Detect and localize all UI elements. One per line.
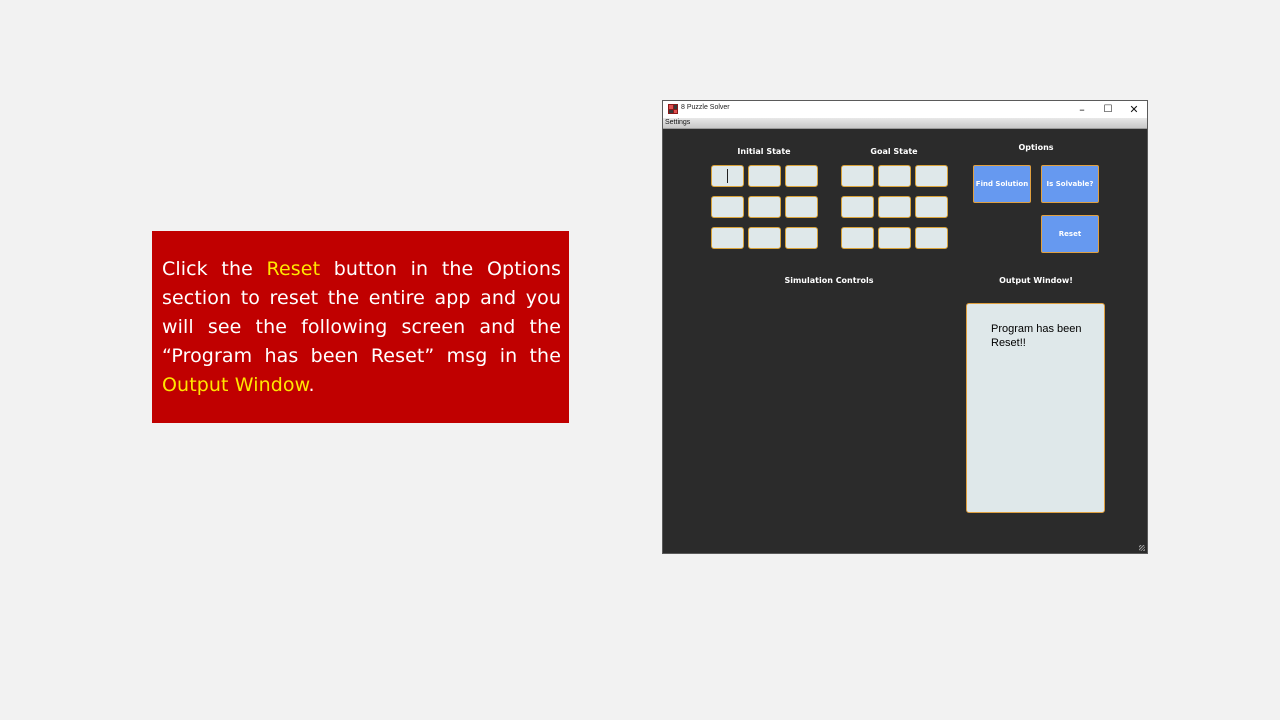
options-label: Options — [1018, 143, 1054, 152]
goal-cell[interactable] — [915, 165, 948, 187]
is-solvable-button[interactable]: Is Solvable? — [1041, 165, 1099, 203]
initial-cell[interactable] — [785, 165, 818, 187]
resize-grip-icon[interactable] — [1139, 545, 1145, 551]
instruction-text-part: Click the — [162, 258, 267, 280]
instruction-highlight-reset: Reset — [266, 258, 321, 280]
initial-cell[interactable] — [785, 227, 818, 249]
initial-cell[interactable] — [748, 165, 781, 187]
initial-state-label: Initial State — [737, 147, 791, 156]
goal-cell[interactable] — [878, 165, 911, 187]
output-window-label: Output Window! — [999, 276, 1073, 285]
initial-cell[interactable] — [711, 227, 744, 249]
app-icon — [668, 104, 678, 114]
initial-cell[interactable] — [711, 196, 744, 218]
goal-cell[interactable] — [878, 227, 911, 249]
initial-cell[interactable] — [748, 196, 781, 218]
instruction-text: Click the Reset button in the Options se… — [162, 255, 561, 400]
instruction-text-part: . — [308, 374, 315, 396]
reset-button[interactable]: Reset — [1041, 215, 1099, 253]
goal-cell[interactable] — [841, 227, 874, 249]
initial-cell[interactable] — [748, 227, 781, 249]
goal-cell[interactable] — [915, 227, 948, 249]
output-message: Program has been Reset!! — [991, 323, 1082, 349]
goal-cell[interactable] — [841, 196, 874, 218]
maximize-button[interactable]: ☐ — [1095, 101, 1121, 118]
close-button[interactable]: ✕ — [1121, 101, 1147, 118]
window-title: 8 Puzzle Solver — [681, 104, 730, 111]
output-window[interactable]: Program has been Reset!! — [966, 303, 1105, 513]
goal-cell[interactable] — [878, 196, 911, 218]
goal-cell[interactable] — [915, 196, 948, 218]
menu-bar: Settings — [663, 118, 1147, 129]
initial-cell[interactable] — [785, 196, 818, 218]
app-window: 8 Puzzle Solver – ☐ ✕ Settings Initial S… — [662, 100, 1148, 554]
goal-cell[interactable] — [841, 165, 874, 187]
initial-cell[interactable] — [711, 165, 744, 187]
instruction-highlight-output-window: Output Window — [162, 374, 309, 396]
goal-state-label: Goal State — [870, 147, 918, 156]
menu-settings[interactable]: Settings — [665, 118, 690, 128]
title-bar[interactable]: 8 Puzzle Solver – ☐ ✕ — [663, 101, 1147, 118]
simulation-controls-label: Simulation Controls — [784, 276, 874, 285]
minimize-button[interactable]: – — [1069, 101, 1095, 118]
find-solution-button[interactable]: Find Solution — [973, 165, 1031, 203]
instruction-callout: Click the Reset button in the Options se… — [152, 231, 569, 423]
